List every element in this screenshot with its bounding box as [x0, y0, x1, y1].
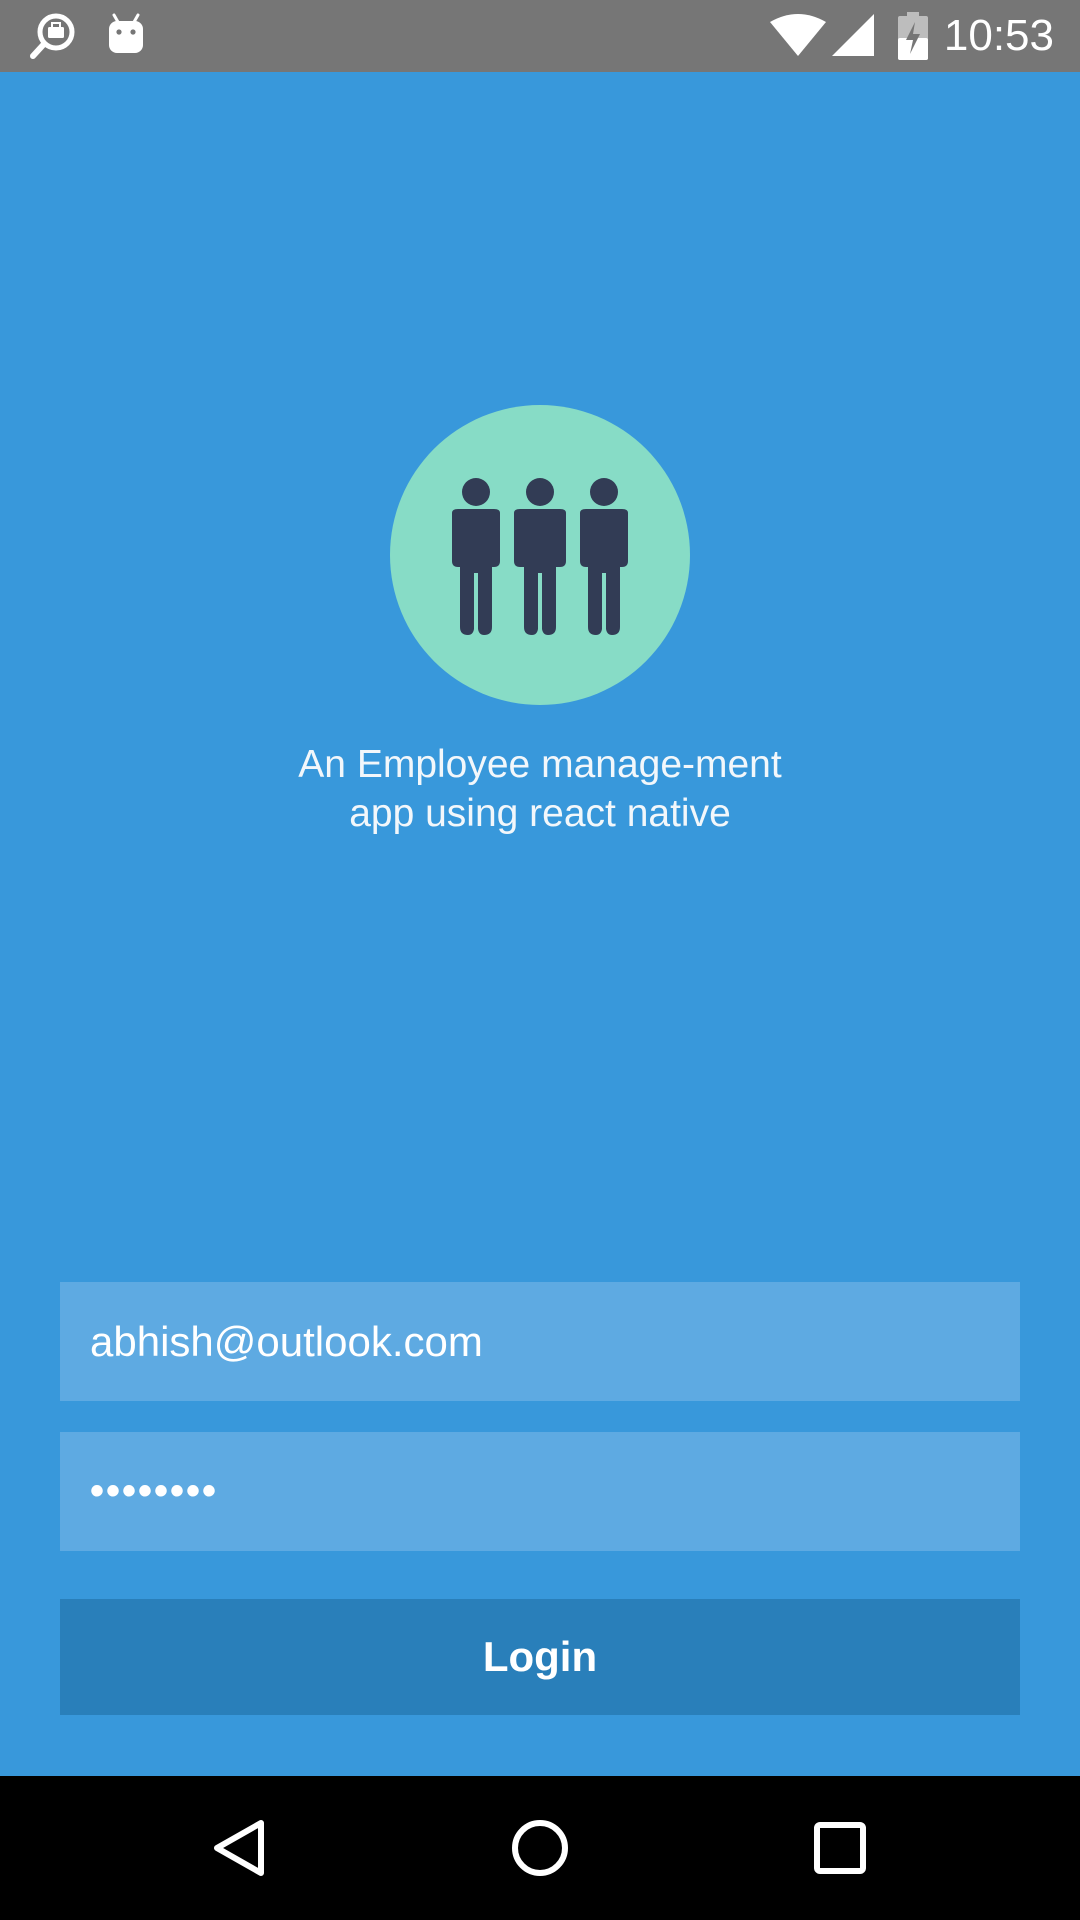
- signal-icon: [832, 14, 874, 61]
- app-logo: [390, 405, 690, 705]
- battery-charging-icon: [898, 12, 928, 65]
- password-field[interactable]: ••••••••: [60, 1432, 1020, 1551]
- status-time: 10:53: [943, 11, 1054, 60]
- login-button-label: Login: [482, 1633, 598, 1680]
- email-value: abhish@outlook.com: [90, 1317, 483, 1365]
- back-icon[interactable]: [195, 1803, 285, 1893]
- recents-icon[interactable]: [795, 1803, 885, 1893]
- system-nav-bar: [0, 1776, 1080, 1920]
- home-icon[interactable]: [495, 1803, 585, 1893]
- people-group-icon: [452, 478, 628, 635]
- app-tagline: An Employee manage-ment app using react …: [298, 743, 782, 835]
- email-field[interactable]: abhish@outlook.com: [60, 1282, 1020, 1401]
- search-briefcase-icon: [28, 12, 80, 65]
- login-button[interactable]: Login: [60, 1599, 1020, 1715]
- status-bar: 10:53: [0, 0, 1080, 72]
- wifi-icon: [770, 14, 826, 61]
- login-screen: 10:53 An Employee manage-ment app using …: [0, 0, 1080, 1920]
- android-icon: [106, 12, 146, 61]
- password-value: ••••••••: [90, 1469, 219, 1513]
